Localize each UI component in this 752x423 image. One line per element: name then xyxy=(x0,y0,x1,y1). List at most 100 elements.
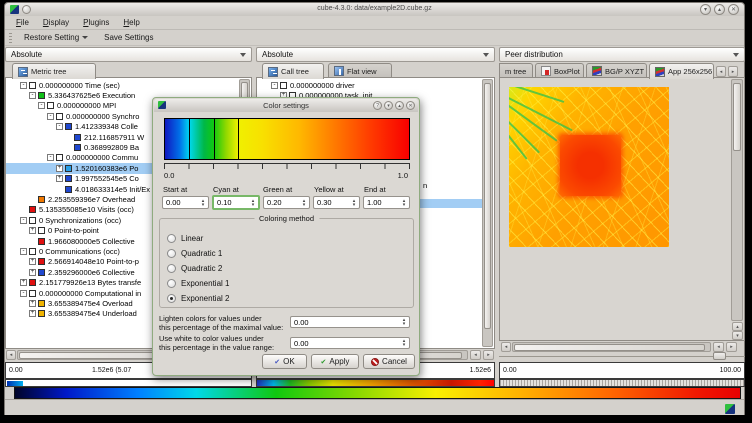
system-vscrollbar[interactable] xyxy=(731,79,743,321)
call-colorbar xyxy=(256,379,495,387)
tree-expander[interactable]: + xyxy=(20,279,27,286)
metric-mode-combobox[interactable]: Absolute xyxy=(5,47,252,62)
tab-app-256x256[interactable]: App 256x256 xyxy=(649,63,714,79)
dialog-maximize-button[interactable]: ▴ xyxy=(395,101,404,110)
ok-button[interactable]: ✔OK xyxy=(262,354,307,369)
menubar: File Display Plugins Help xyxy=(5,16,744,30)
tree-expander[interactable]: + xyxy=(29,310,36,317)
radio-exponential-2[interactable]: Exponential 2 xyxy=(167,294,229,303)
dialog-help-button[interactable]: ? xyxy=(373,101,382,110)
system-hscroll-left-button[interactable]: ◂ xyxy=(501,342,511,352)
titlebar[interactable]: cube-4.3.0: data/example2D.cube.gz ▾ ▴ ✕ xyxy=(5,3,744,16)
radio-quadratic-1[interactable]: Quadratic 1 xyxy=(167,249,222,258)
call-vscrollbar[interactable] xyxy=(482,79,493,347)
tree-expander[interactable]: - xyxy=(271,82,278,89)
tree-expander[interactable]: - xyxy=(47,154,54,161)
call-mode-combobox[interactable]: Absolute xyxy=(256,47,495,62)
menu-display[interactable]: Display xyxy=(37,17,75,28)
system-mode-combobox[interactable]: Peer distribution xyxy=(499,47,745,62)
tab-boxplot[interactable]: BoxPlot xyxy=(535,63,584,78)
topology-heatmap[interactable] xyxy=(509,87,669,247)
spinner-arrows-icon[interactable]: ▴▾ xyxy=(300,197,308,208)
tab-bgp-xyzt[interactable]: BG/P XYZT xyxy=(586,63,647,78)
system-hscroll-right-button[interactable]: ▸ xyxy=(726,342,737,352)
scrollbar-thumb[interactable] xyxy=(733,83,741,151)
minimize-icon: ▾ xyxy=(387,103,390,109)
tree-row[interactable]: -0.000000000 Time (sec) xyxy=(6,80,251,90)
scrollbar-thumb[interactable] xyxy=(514,344,705,351)
tree-expander[interactable]: + xyxy=(56,165,63,172)
tree-icon xyxy=(18,67,28,77)
tree-expander[interactable]: - xyxy=(20,217,27,224)
tree-expander[interactable]: + xyxy=(29,269,36,276)
metric-hscroll-left-button[interactable]: ◂ xyxy=(6,350,16,360)
toolbar: Restore Setting Save Settings xyxy=(5,30,744,46)
maximize-button[interactable]: ▴ xyxy=(714,4,725,15)
yellow-at-spinbox[interactable]: 0.30▴▾ xyxy=(313,196,360,209)
scrollbar-thumb[interactable] xyxy=(484,83,491,329)
green-at-spinbox[interactable]: 0.20▴▾ xyxy=(263,196,310,209)
minimize-button[interactable]: ▾ xyxy=(700,4,711,15)
tree-expander[interactable]: + xyxy=(29,300,36,307)
restore-setting-button[interactable]: Restore Setting xyxy=(20,32,92,43)
apply-button[interactable]: ✔Apply xyxy=(311,354,359,369)
tabbar-scroll-right-button[interactable]: ▸ xyxy=(728,66,738,77)
scale-max: 100.00 xyxy=(720,367,741,374)
toolbar-handle[interactable] xyxy=(9,33,12,43)
tree-expander[interactable]: + xyxy=(56,175,63,182)
tab-metric-tree[interactable]: Metric tree xyxy=(12,63,96,79)
tree-label: 3.655389475e4 Underload xyxy=(48,309,137,318)
system-vscroll-up-button[interactable]: ▴ xyxy=(732,322,743,331)
start-at-spinbox[interactable]: 0.00▴▾ xyxy=(162,196,209,209)
spinner-arrows-icon[interactable]: ▴▾ xyxy=(400,197,408,208)
spinner-arrows-icon[interactable]: ▴▾ xyxy=(400,317,408,327)
system-hscrollbar[interactable] xyxy=(512,342,711,352)
tab-call-tree[interactable]: Call tree xyxy=(262,63,324,79)
dialog-titlebar[interactable]: Color settings ? ▾ ▴ ✕ xyxy=(154,99,418,112)
tab-flat-view[interactable]: Flat view xyxy=(328,63,392,78)
spinner-arrows-icon[interactable]: ▴▾ xyxy=(199,197,207,208)
gradient-marker-cyan[interactable] xyxy=(189,119,190,159)
tree-expander[interactable]: - xyxy=(47,113,54,120)
gradient-marker-yellow[interactable] xyxy=(238,119,239,159)
zoom-slider-handle[interactable] xyxy=(713,352,726,360)
call-hscroll-right-button[interactable]: ▸ xyxy=(483,350,494,360)
tree-expander[interactable]: - xyxy=(29,92,36,99)
system-vscroll-down-button[interactable]: ▾ xyxy=(732,331,743,340)
zoom-slider-track[interactable] xyxy=(499,356,745,357)
call-hscroll-left-button[interactable]: ◂ xyxy=(470,350,481,360)
tree-label: 0.000000000 Computational in xyxy=(39,289,141,298)
tree-expander[interactable]: + xyxy=(29,227,36,234)
lighten-spinbox[interactable]: 0.00▴▾ xyxy=(290,316,410,328)
radio-quadratic-2[interactable]: Quadratic 2 xyxy=(167,264,222,273)
tree-expander[interactable]: - xyxy=(20,82,27,89)
end-at-spinbox[interactable]: 1.00▴▾ xyxy=(363,196,410,209)
tree-label: 0 Communications (occ) xyxy=(39,247,120,256)
save-settings-button[interactable]: Save Settings xyxy=(100,32,157,43)
cyan-at-spinbox[interactable]: 0.10▴▾ xyxy=(212,195,260,210)
system-hscroll-left2-button[interactable]: ◂ xyxy=(713,342,724,352)
tree-expander[interactable]: - xyxy=(20,248,27,255)
tree-expander[interactable]: + xyxy=(29,258,36,265)
tree-label: 1.966080000e5 Collective xyxy=(48,237,135,246)
gradient-marker-green[interactable] xyxy=(214,119,215,159)
tabbar-scroll-left-button[interactable]: ◂ xyxy=(716,66,726,77)
dialog-minimize-button[interactable]: ▾ xyxy=(384,101,393,110)
tab-system-tree[interactable]: m tree xyxy=(499,63,533,78)
tree-expander[interactable]: - xyxy=(56,123,63,130)
tree-expander[interactable]: - xyxy=(20,290,27,297)
dialog-close-button[interactable]: ✕ xyxy=(406,101,415,110)
spinner-arrows-icon[interactable]: ▴▾ xyxy=(350,197,358,208)
menu-plugins[interactable]: Plugins xyxy=(77,17,115,28)
cancel-button[interactable]: Cancel xyxy=(363,354,415,369)
menu-file[interactable]: File xyxy=(10,17,35,28)
spinner-arrows-icon[interactable]: ▴▾ xyxy=(400,338,408,348)
spinner-arrows-icon[interactable]: ▴▾ xyxy=(249,197,257,208)
tree-expander[interactable]: - xyxy=(38,102,45,109)
radio-linear[interactable]: Linear xyxy=(167,234,203,243)
menu-help[interactable]: Help xyxy=(117,17,145,28)
close-button[interactable]: ✕ xyxy=(728,4,739,15)
white-spinbox[interactable]: 0.00▴▾ xyxy=(290,337,410,349)
radio-exponential-1[interactable]: Exponential 1 xyxy=(167,279,229,288)
tree-row[interactable]: -0.000000000 driver xyxy=(257,80,494,90)
